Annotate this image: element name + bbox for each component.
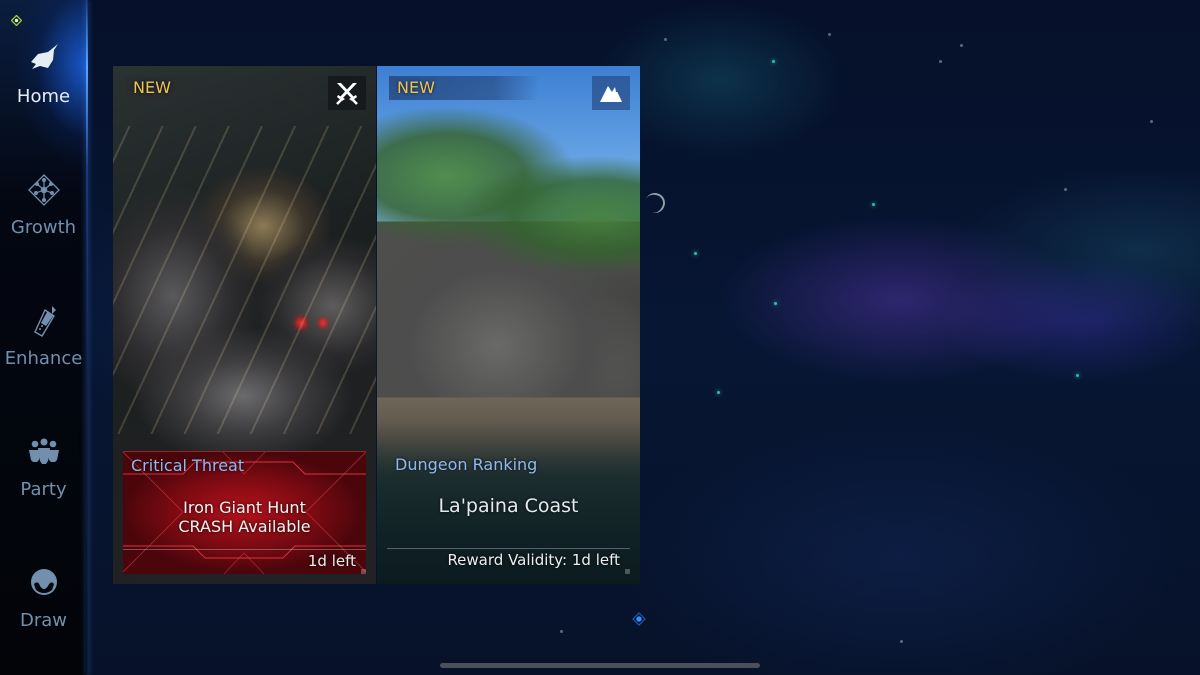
star	[872, 203, 875, 206]
sidebar-item-label: Party	[20, 479, 67, 500]
star	[717, 391, 720, 394]
sidebar-item-home[interactable]: Home	[0, 42, 87, 107]
star	[694, 252, 697, 255]
star	[828, 33, 831, 36]
draw-orb-icon	[30, 569, 57, 595]
home-fragment-icon	[30, 44, 58, 69]
enhance-sword-icon	[33, 306, 56, 337]
sidebar-item-label: Draw	[19, 610, 67, 631]
diamond-notification-icon[interactable]	[11, 15, 22, 26]
card-title-line2: CRASH Available	[178, 517, 311, 536]
footer-divider	[123, 549, 366, 550]
sidebar-item-growth[interactable]: Growth	[0, 173, 87, 238]
sidebar-nav: Home Growth Enhance Party Draw	[0, 0, 88, 675]
event-card-dungeon-ranking[interactable]: NEW Dungeon Ranking La'paina Coast Rewar…	[377, 66, 640, 584]
sidebar-item-party[interactable]: Party	[0, 435, 87, 500]
sidebar-item-label: Home	[16, 86, 71, 107]
sidebar-item-label: Growth	[10, 217, 77, 238]
growth-tree-icon	[27, 174, 60, 206]
type-icon-box	[592, 76, 630, 110]
sidebar-item-enhance[interactable]: Enhance	[0, 304, 87, 369]
star	[960, 44, 963, 47]
star	[939, 60, 942, 63]
star	[1064, 188, 1067, 191]
crossed-swords-icon	[336, 83, 358, 105]
card-title: La'paina Coast	[438, 495, 579, 517]
type-icon-box	[328, 76, 366, 110]
reward-validity: Reward Validity: 1d left	[447, 551, 620, 569]
sidebar-item-label: Enhance	[4, 348, 83, 369]
time-remaining: 1d left	[307, 552, 356, 570]
mountain-icon	[600, 86, 622, 102]
sidebar-item-draw[interactable]: Draw	[0, 566, 87, 631]
party-people-icon	[28, 438, 59, 464]
critical-threat-panel: Critical Threat Iron Giant Hunt CRASH Av…	[123, 451, 366, 574]
star	[1076, 374, 1079, 377]
star	[772, 60, 775, 63]
dungeon-ranking-panel: Dungeon Ranking La'paina Coast Reward Va…	[387, 451, 630, 574]
event-card-critical-threat[interactable]: NEW Critical Threat Iron Giant Hunt CRAS…	[113, 66, 376, 584]
card-category: Critical Threat	[131, 456, 245, 475]
star	[1150, 120, 1153, 123]
corner-mark	[625, 569, 630, 574]
star	[900, 640, 903, 643]
home-indicator-bar[interactable]	[440, 663, 760, 668]
star	[774, 302, 777, 305]
new-badge: NEW	[389, 76, 539, 100]
star	[560, 630, 563, 633]
footer-divider	[387, 548, 630, 549]
corner-mark	[361, 569, 366, 574]
page-indicator-icon[interactable]	[632, 612, 646, 626]
card-category: Dungeon Ranking	[395, 455, 538, 474]
star	[664, 38, 667, 41]
card-title-line1: Iron Giant Hunt	[183, 498, 306, 517]
new-badge: NEW	[125, 76, 275, 100]
